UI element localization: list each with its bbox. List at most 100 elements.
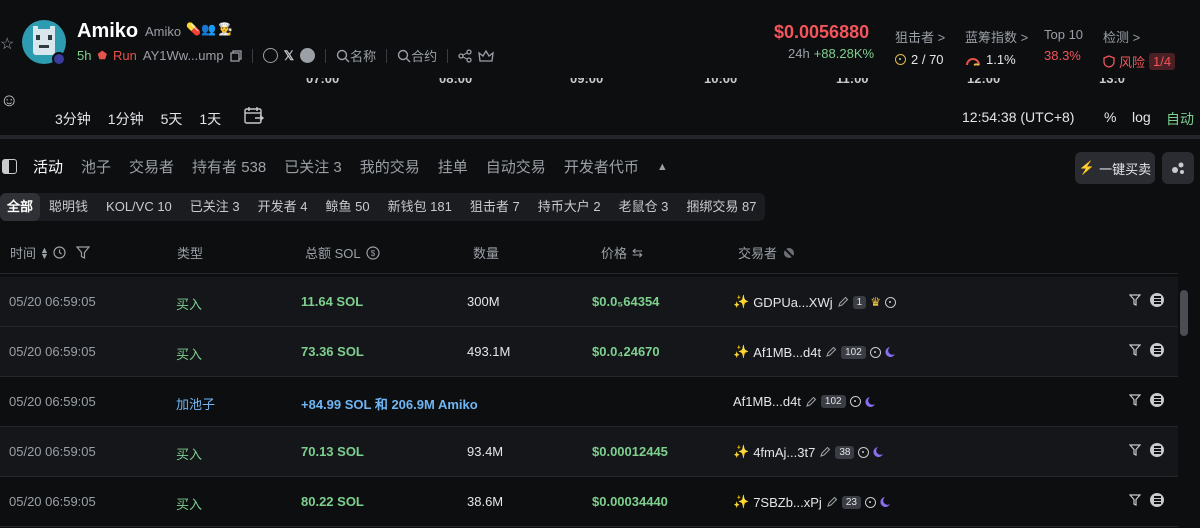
tab-traders[interactable]: 交易者 <box>129 156 174 177</box>
filter-insider[interactable]: 老鼠仓 3 <box>610 193 678 221</box>
trader-address[interactable]: Af1MB...d4t <box>753 345 821 360</box>
favorite-star-icon[interactable]: ☆ <box>0 34 14 54</box>
range-3m[interactable]: 3分钟 <box>55 109 91 129</box>
search-icon <box>336 49 350 62</box>
table-row[interactable]: 05/20 06:59:05 买入 70.13 SOL 93.4M $0.000… <box>0 427 1178 477</box>
collapse-up-icon[interactable]: ▲ <box>657 161 668 173</box>
filter-icon[interactable] <box>1129 294 1141 306</box>
row-menu-icon[interactable] <box>1150 343 1164 357</box>
sparkle-icon: ✨ <box>733 294 750 309</box>
table-row[interactable]: 05/20 06:59:05 买入 11.64 SOL 300M $0.0₅64… <box>0 277 1178 327</box>
risk-badge: 1/4 <box>1149 53 1176 70</box>
percent-toggle[interactable]: % <box>1104 109 1116 125</box>
filter-big-holder[interactable]: 持币大户 2 <box>529 193 610 221</box>
table-header: 时间 ▲ ▼ 类型 总额 SOL $ 数量 价格 ⇆ 交易者 <box>0 226 1178 274</box>
trader-cell[interactable]: Af1MB...d4t 102 <box>733 394 877 409</box>
sparkle-icon: ✨ <box>733 494 750 509</box>
token-address[interactable]: AY1Ww...ump <box>143 48 224 63</box>
tab-activity[interactable]: 活动 <box>33 156 63 177</box>
filter-icon[interactable] <box>1129 444 1141 456</box>
filter-dev[interactable]: 开发者 4 <box>249 193 317 221</box>
quick-buy-button[interactable]: ⚡ 一键买卖 <box>1075 152 1155 184</box>
table-row[interactable]: 05/20 06:59:05 买入 73.36 SOL 493.1M $0.0₄… <box>0 327 1178 377</box>
crown-icon[interactable] <box>478 49 494 63</box>
scrollbar[interactable] <box>1180 290 1188 336</box>
trade-qty: 493.1M <box>467 344 511 359</box>
filter-bundle[interactable]: 捆绑交易 87 <box>677 193 765 221</box>
trade-type: 买入 <box>176 497 203 512</box>
trader-cell[interactable]: ✨ GDPUa...XWj 1 ♛ <box>733 294 896 310</box>
filter-whale[interactable]: 鲸鱼 50 <box>316 193 378 221</box>
filter-kol[interactable]: KOL/VC 10 <box>97 193 181 221</box>
contract-search-button[interactable]: 合约 <box>397 46 437 65</box>
tab-orders[interactable]: 挂单 <box>438 156 468 177</box>
trade-type: 买入 <box>176 447 203 462</box>
trader-cell[interactable]: ✨ 7SBZb...xPj 23 <box>733 494 892 510</box>
trade-time: 05/20 06:59:05 <box>9 394 96 409</box>
tab-my-trades[interactable]: 我的交易 <box>360 156 420 177</box>
trader-address[interactable]: 7SBZb...xPj <box>753 495 822 510</box>
trader-cell[interactable]: ✨ 4fmAj...3t7 38 <box>733 444 885 460</box>
name-search-button[interactable]: 名称 <box>336 46 376 65</box>
row-menu-icon[interactable] <box>1150 493 1164 507</box>
filter-all[interactable]: 全部 <box>0 193 41 221</box>
table-row[interactable]: 05/20 06:59:05 买入 80.22 SOL 38.6M $0.000… <box>0 477 1178 527</box>
trader-address[interactable]: 4fmAj...3t7 <box>753 445 815 460</box>
log-toggle[interactable]: log <box>1132 109 1151 125</box>
bluechip-stat[interactable]: 蓝筹指数 > 1.1% <box>965 27 1028 67</box>
snipers-stat[interactable]: 狙击者 > 2 / 70 <box>895 27 945 67</box>
edit-icon[interactable] <box>825 346 837 358</box>
contract-search-label: 合约 <box>411 49 438 64</box>
telegram-icon[interactable] <box>300 48 316 63</box>
edit-icon[interactable] <box>826 496 838 508</box>
sort-icon[interactable]: ▲ ▼ <box>40 245 49 260</box>
tab-holders[interactable]: 持有者 538 <box>192 156 266 177</box>
edit-icon[interactable] <box>805 396 817 408</box>
filter-icon[interactable] <box>1129 344 1141 356</box>
trader-address[interactable]: GDPUa...XWj <box>753 295 832 310</box>
audit-stat[interactable]: 检测 > 风险 1/4 <box>1103 27 1176 71</box>
row-menu-icon[interactable] <box>1150 443 1164 457</box>
copy-icon[interactable] <box>229 49 242 62</box>
edit-icon[interactable] <box>837 296 849 308</box>
edit-icon[interactable] <box>819 446 831 458</box>
more-options-button[interactable] <box>1162 152 1194 184</box>
tab-followed[interactable]: 已关注 3 <box>284 156 342 177</box>
swap-icon[interactable]: ⇆ <box>632 245 643 261</box>
filter-followed[interactable]: 已关注 3 <box>181 193 249 221</box>
tab-pools[interactable]: 池子 <box>81 156 111 177</box>
sidebar-panel-icon[interactable] <box>2 159 17 174</box>
website-icon[interactable] <box>262 48 278 63</box>
calendar-range-icon[interactable] <box>243 106 265 126</box>
col-total[interactable]: 总额 SOL $ <box>305 243 380 262</box>
filter-icon[interactable] <box>1129 394 1141 406</box>
smiley-icon[interactable]: ☺ <box>0 90 18 111</box>
trade-total: 80.22 SOL <box>301 494 364 509</box>
auto-toggle[interactable]: 自动 <box>1166 109 1194 129</box>
gauge-icon <box>966 57 980 66</box>
range-5d[interactable]: 5天 <box>161 109 183 129</box>
trader-cell[interactable]: ✨ Af1MB...d4t 102 <box>733 344 897 360</box>
chain-badge-icon <box>52 52 66 66</box>
range-1d[interactable]: 1天 <box>199 109 221 129</box>
panel-resize-handle[interactable] <box>0 135 1200 139</box>
filter-icon[interactable] <box>1129 494 1141 506</box>
tab-dev-tokens[interactable]: 开发者代币 <box>564 156 639 177</box>
target-icon <box>864 496 876 508</box>
top10-stat[interactable]: Top 10 38.3% <box>1044 27 1083 63</box>
row-menu-icon[interactable] <box>1150 393 1164 407</box>
stat-title: 蓝筹指数 > <box>965 30 1029 45</box>
trader-address[interactable]: Af1MB...d4t <box>733 394 801 409</box>
filter-smart-money[interactable]: 聪明钱 <box>40 193 97 221</box>
share-icon[interactable] <box>458 48 472 63</box>
target-icon <box>858 446 870 458</box>
tab-auto-trade[interactable]: 自动交易 <box>486 156 546 177</box>
filter-new-wallet[interactable]: 新钱包 181 <box>379 193 461 221</box>
filter-sniper[interactable]: 狙击者 7 <box>461 193 529 221</box>
table-row[interactable]: 05/20 06:59:05 加池子 +84.99 SOL 和 206.9M A… <box>0 377 1178 427</box>
range-1m[interactable]: 1分钟 <box>108 109 144 129</box>
x-twitter-icon[interactable]: 𝕏 <box>284 48 294 64</box>
col-price[interactable]: 价格 ⇆ <box>601 243 643 262</box>
row-menu-icon[interactable] <box>1150 293 1164 307</box>
col-time[interactable]: 时间 ▲ ▼ <box>10 243 90 262</box>
